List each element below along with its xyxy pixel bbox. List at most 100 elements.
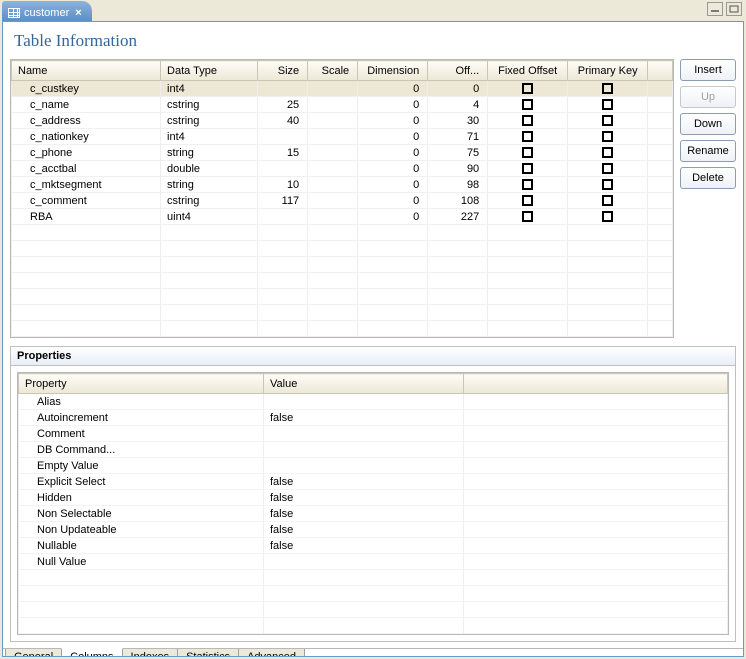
property-row[interactable]: Alias xyxy=(19,394,728,410)
checkbox[interactable] xyxy=(602,147,613,158)
table-row[interactable]: c_custkeyint400 xyxy=(12,81,673,97)
property-row[interactable]: Non Selectablefalse xyxy=(19,506,728,522)
cell: c_custkey xyxy=(12,81,161,97)
column-header[interactable]: Off... xyxy=(428,61,488,81)
checkbox[interactable] xyxy=(602,163,613,174)
checkbox[interactable] xyxy=(602,115,613,126)
cell xyxy=(258,129,308,145)
property-name: Explicit Select xyxy=(19,474,264,490)
down-button[interactable]: Down xyxy=(680,113,736,135)
cell: 0 xyxy=(358,81,428,97)
checkbox[interactable] xyxy=(522,99,533,110)
property-row[interactable]: Non Updateablefalse xyxy=(19,522,728,538)
column-header[interactable]: Dimension xyxy=(358,61,428,81)
column-header[interactable]: Fixed Offset xyxy=(488,61,568,81)
columns-table[interactable]: NameData TypeSizeScaleDimensionOff...Fix… xyxy=(11,60,673,337)
property-value[interactable]: false xyxy=(264,474,464,490)
cell: string xyxy=(161,177,258,193)
cell xyxy=(488,145,568,161)
tab-statistics[interactable]: Statistics xyxy=(177,649,239,657)
table-row[interactable]: RBAuint40227 xyxy=(12,209,673,225)
property-value[interactable]: false xyxy=(264,410,464,426)
property-row[interactable]: Hiddenfalse xyxy=(19,490,728,506)
tab-advanced[interactable]: Advanced xyxy=(238,649,305,657)
property-header[interactable]: Property xyxy=(19,374,264,394)
table-row[interactable]: c_acctbaldouble090 xyxy=(12,161,673,177)
checkbox[interactable] xyxy=(522,115,533,126)
checkbox[interactable] xyxy=(522,163,533,174)
property-row-empty xyxy=(19,570,728,586)
property-header[interactable]: Value xyxy=(264,374,464,394)
property-value[interactable] xyxy=(264,458,464,474)
up-button[interactable]: Up xyxy=(680,86,736,108)
checkbox[interactable] xyxy=(602,131,613,142)
table-row[interactable]: c_namecstring2504 xyxy=(12,97,673,113)
column-header[interactable]: Scale xyxy=(308,61,358,81)
property-value[interactable]: false xyxy=(264,490,464,506)
page-title: Table Information xyxy=(10,29,736,59)
property-value[interactable] xyxy=(264,442,464,458)
column-header[interactable]: Primary Key xyxy=(568,61,648,81)
property-value[interactable]: false xyxy=(264,538,464,554)
columns-table-container: NameData TypeSizeScaleDimensionOff...Fix… xyxy=(10,59,674,338)
property-name: Nullable xyxy=(19,538,264,554)
property-value[interactable] xyxy=(264,554,464,570)
checkbox[interactable] xyxy=(522,195,533,206)
table-row[interactable]: c_mktsegmentstring10098 xyxy=(12,177,673,193)
property-row[interactable]: Nullablefalse xyxy=(19,538,728,554)
minimize-button[interactable] xyxy=(707,2,723,16)
cell: int4 xyxy=(161,129,258,145)
table-row[interactable]: c_nationkeyint4071 xyxy=(12,129,673,145)
property-name: Autoincrement xyxy=(19,410,264,426)
property-row[interactable]: Explicit Selectfalse xyxy=(19,474,728,490)
tab-general[interactable]: General xyxy=(5,649,62,657)
property-name: Non Updateable xyxy=(19,522,264,538)
column-header[interactable]: Data Type xyxy=(161,61,258,81)
table-row[interactable]: c_commentcstring1170108 xyxy=(12,193,673,209)
insert-button[interactable]: Insert xyxy=(680,59,736,81)
property-value[interactable]: false xyxy=(264,506,464,522)
column-header[interactable]: Name xyxy=(12,61,161,81)
checkbox[interactable] xyxy=(522,131,533,142)
property-row[interactable]: DB Command... xyxy=(19,442,728,458)
table-row-empty xyxy=(12,241,673,257)
property-row[interactable]: Null Value xyxy=(19,554,728,570)
property-value[interactable] xyxy=(264,426,464,442)
maximize-button[interactable] xyxy=(726,2,742,16)
cell: 40 xyxy=(258,113,308,129)
checkbox[interactable] xyxy=(602,179,613,190)
checkbox[interactable] xyxy=(602,99,613,110)
property-row[interactable]: Comment xyxy=(19,426,728,442)
tab-title: customer xyxy=(24,7,69,19)
cell: c_mktsegment xyxy=(12,177,161,193)
checkbox[interactable] xyxy=(602,211,613,222)
cell xyxy=(648,161,673,177)
checkbox[interactable] xyxy=(522,179,533,190)
checkbox[interactable] xyxy=(602,195,613,206)
checkbox[interactable] xyxy=(602,83,613,94)
property-value[interactable]: false xyxy=(264,522,464,538)
table-row[interactable]: c_addresscstring40030 xyxy=(12,113,673,129)
editor-tab-customer[interactable]: customer × xyxy=(2,1,92,21)
cell xyxy=(308,129,358,145)
checkbox[interactable] xyxy=(522,211,533,222)
property-row[interactable]: Empty Value xyxy=(19,458,728,474)
delete-button[interactable]: Delete xyxy=(680,167,736,189)
checkbox[interactable] xyxy=(522,147,533,158)
cell: cstring xyxy=(161,113,258,129)
close-icon[interactable]: × xyxy=(75,7,81,19)
cell xyxy=(488,81,568,97)
tab-columns[interactable]: Columns xyxy=(61,648,122,657)
table-icon xyxy=(8,8,20,18)
properties-table[interactable]: PropertyValue AliasAutoincrementfalseCom… xyxy=(18,373,728,634)
rename-button[interactable]: Rename xyxy=(680,140,736,162)
property-value[interactable] xyxy=(264,394,464,410)
column-header[interactable]: Size xyxy=(258,61,308,81)
property-row[interactable]: Autoincrementfalse xyxy=(19,410,728,426)
tab-indexes[interactable]: Indexes xyxy=(122,649,179,657)
checkbox[interactable] xyxy=(522,83,533,94)
table-row[interactable]: c_phonestring15075 xyxy=(12,145,673,161)
button-column: Insert Up Down Rename Delete xyxy=(680,59,736,338)
cell xyxy=(648,81,673,97)
cell: 10 xyxy=(258,177,308,193)
